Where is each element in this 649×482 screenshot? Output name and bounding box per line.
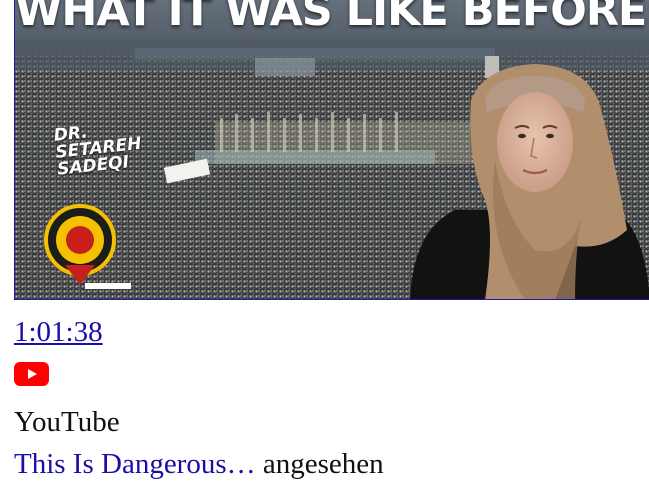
video-title-link[interactable]: This Is Dangerous… (14, 448, 256, 480)
video-thumbnail-link[interactable]: WHAT IT WAS LIKE BEFORE” DR. SETAREH SAD… (14, 0, 649, 300)
source-name: YouTube (14, 406, 120, 438)
thumbnail-person-name: DR. SETAREH SADEQI (53, 119, 144, 179)
watched-status: angesehen (255, 448, 384, 480)
video-duration-link[interactable]: 1:01:38 (14, 314, 103, 350)
youtube-icon (14, 362, 49, 386)
thumbnail-headline: WHAT IT WAS LIKE BEFORE” (15, 0, 649, 36)
watch-history-entry: This Is Dangerous… angesehen (14, 446, 384, 482)
